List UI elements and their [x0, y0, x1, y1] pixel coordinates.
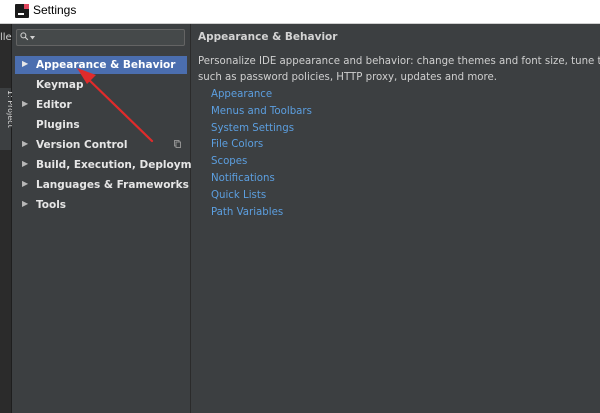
expand-arrow-icon[interactable]: ▶: [22, 59, 28, 68]
expand-arrow-icon[interactable]: ▶: [22, 139, 28, 148]
window-title: Settings: [33, 3, 77, 17]
link-appearance[interactable]: Appearance: [211, 89, 312, 106]
link-notifications[interactable]: Notifications: [211, 173, 312, 190]
project-settings-icon: [174, 140, 181, 148]
tree-item-label: Languages & Frameworks: [36, 179, 189, 191]
intellij-logo-icon: [15, 4, 29, 18]
tree-item-tools[interactable]: ▶ Tools: [12, 196, 190, 214]
search-input[interactable]: [37, 31, 177, 44]
link-menus-and-toolbars[interactable]: Menus and Toolbars: [211, 106, 312, 123]
settings-content-pane: Appearance & Behavior Personalize IDE ap…: [191, 24, 600, 413]
search-icon[interactable]: [20, 32, 29, 41]
link-scopes[interactable]: Scopes: [211, 156, 312, 173]
tree-item-label: Plugins: [36, 119, 80, 131]
tree-item-plugins[interactable]: Plugins: [12, 116, 190, 134]
tree-item-keymap[interactable]: Keymap: [12, 76, 190, 94]
link-file-colors[interactable]: File Colors: [211, 139, 312, 156]
tree-item-version-control[interactable]: ▶ Version Control: [12, 136, 190, 154]
ide-tool-strip: lle 1: Project: [0, 24, 15, 413]
subsection-links: Appearance Menus and Toolbars System Setti…: [211, 89, 312, 223]
description-line-1: Personalize IDE appearance and behavior:…: [198, 56, 600, 67]
ide-strip-text: lle: [0, 32, 12, 43]
tree-item-label: Keymap: [36, 79, 84, 91]
window-title-bar: Settings: [0, 0, 600, 24]
search-options-dropdown-icon[interactable]: [30, 36, 35, 40]
expand-arrow-icon[interactable]: ▶: [22, 159, 28, 168]
link-quick-lists[interactable]: Quick Lists: [211, 190, 312, 207]
tree-item-label: Appearance & Behavior: [36, 59, 176, 71]
tree-item-appearance-behavior[interactable]: ▶ Appearance & Behavior: [15, 56, 187, 74]
page-description: Personalize IDE appearance and behavior:…: [198, 54, 600, 85]
tree-item-build-execution-deployment[interactable]: ▶ Build, Execution, Deployment: [12, 156, 211, 174]
tree-item-label: Tools: [36, 199, 67, 211]
page-title: Appearance & Behavior: [198, 31, 338, 43]
tree-item-label: Build, Execution, Deployment: [36, 159, 212, 171]
tree-item-label: Version Control: [36, 139, 128, 151]
link-path-variables[interactable]: Path Variables: [211, 207, 312, 224]
expand-arrow-icon[interactable]: ▶: [22, 199, 28, 208]
link-system-settings[interactable]: System Settings: [211, 123, 312, 140]
tree-item-languages-frameworks[interactable]: ▶ Languages & Frameworks: [12, 176, 190, 194]
settings-search-box[interactable]: [16, 29, 185, 46]
expand-arrow-icon[interactable]: ▶: [22, 99, 28, 108]
description-line-2: such as password policies, HTTP proxy, u…: [198, 71, 497, 83]
settings-tree-panel: ▶ Appearance & Behavior Keymap ▶ Editor Plugi…: [12, 24, 211, 413]
expand-arrow-icon[interactable]: ▶: [22, 179, 28, 188]
tree-item-editor[interactable]: ▶ Editor: [12, 96, 190, 114]
tree-item-label: Editor: [36, 99, 72, 111]
